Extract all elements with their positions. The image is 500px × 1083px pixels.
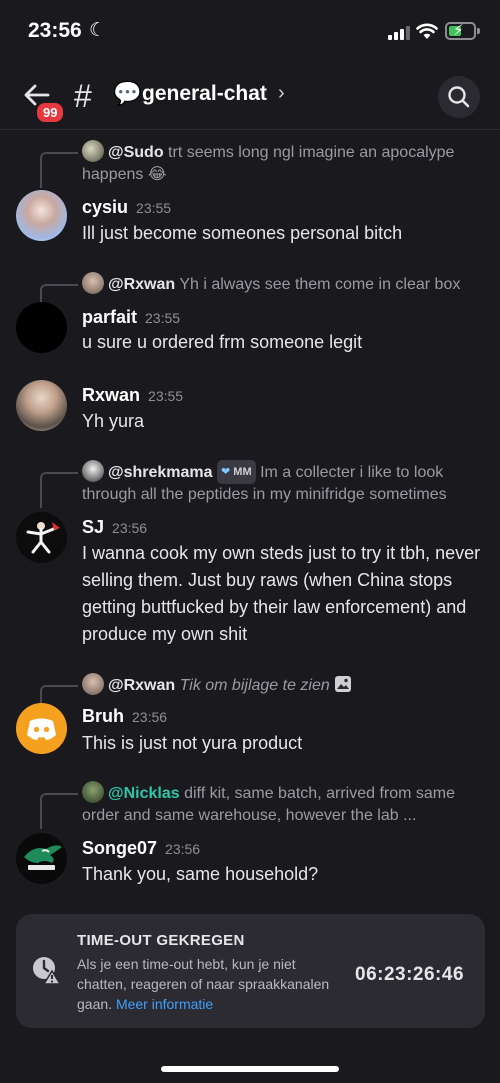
avatar-figure <box>26 522 60 554</box>
reply-avatar <box>82 140 104 162</box>
message-sj[interactable]: @shrekmama ❤ MM Im a collecter i like to… <box>0 460 500 650</box>
message-text: I wanna cook my own steds just to try it… <box>82 543 481 644</box>
message-author[interactable]: SJ 23:56 <box>82 517 147 538</box>
chevron-right-icon[interactable]: › <box>278 82 285 105</box>
clock-warning-icon <box>33 957 61 985</box>
reply-preview[interactable]: @Rxwan Tik om bijlage te zien <box>82 673 484 697</box>
message-parfait[interactable]: @Rxwan Yh i always see them come in clea… <box>0 272 500 362</box>
reply-avatar <box>82 272 104 294</box>
message-author[interactable]: Bruh 23:56 <box>82 706 167 727</box>
reply-preview[interactable]: @Nicklas diff kit, same batch, arrived f… <box>82 781 484 827</box>
reply-avatar <box>82 460 104 482</box>
message-songe07[interactable]: @Nicklas diff kit, same batch, arrived f… <box>0 781 500 891</box>
channel-hash-icon: # <box>74 78 92 114</box>
cellular-signal-icon <box>388 25 410 40</box>
image-attachment-icon <box>335 676 352 692</box>
message-text: Thank you, same household? <box>82 864 319 884</box>
unread-badge: 99 <box>35 101 66 124</box>
avatar[interactable] <box>16 380 67 431</box>
timeout-description: Als je een time-out hebt, kun je niet ch… <box>77 956 330 1012</box>
channel-emoji: 💬 <box>113 80 142 106</box>
message-time: 23:55 <box>136 200 172 216</box>
message-author[interactable]: Rxwan 23:55 <box>82 385 183 406</box>
message-rxwan[interactable]: Rxwan 23:55 Yh yura <box>0 380 500 440</box>
status-bar: 23:56 ☾ ⚡ <box>0 0 500 60</box>
avatar[interactable] <box>16 703 67 754</box>
reply-avatar <box>82 781 104 803</box>
battery-icon: ⚡ <box>445 22 476 40</box>
channel-header: 99 # 💬 general-chat › <box>0 62 500 130</box>
message-text: This is just not yura product <box>82 733 303 753</box>
avatar[interactable] <box>16 302 67 353</box>
message-bruh[interactable]: @Rxwan Tik om bijlage te zien Bruh 23:56 … <box>0 673 500 763</box>
timeout-countdown: 06:23:26:46 <box>355 964 465 985</box>
tag-badge: ❤ MM <box>217 460 256 484</box>
message-time: 23:55 <box>145 310 181 326</box>
avatar[interactable] <box>16 833 67 884</box>
reply-author: @Rxwan <box>108 276 176 293</box>
wifi-icon <box>416 23 438 39</box>
reply-avatar <box>82 673 104 695</box>
battery-cap <box>477 28 480 34</box>
reply-preview[interactable]: @shrekmama ❤ MM Im a collecter i like to… <box>82 460 484 506</box>
reply-author: @Nicklas <box>108 785 180 802</box>
reply-connector <box>40 472 78 508</box>
message-time: 23:56 <box>132 709 168 725</box>
discord-logo-icon <box>27 718 56 740</box>
eagles-logo <box>24 845 62 870</box>
message-text: Yh yura <box>82 411 145 431</box>
reply-connector <box>40 793 78 829</box>
message-author[interactable]: parfait 23:55 <box>82 307 180 328</box>
message-time: 23:56 <box>165 841 201 857</box>
reply-author: @Sudo <box>108 144 164 161</box>
home-indicator[interactable] <box>161 1066 339 1072</box>
reply-preview[interactable]: @Sudo trt seems long ngl imagine an apoc… <box>82 140 484 186</box>
channel-name[interactable]: general-chat <box>142 82 267 106</box>
message-time: 23:56 <box>112 520 148 536</box>
reply-author: @shrekmama <box>108 464 213 481</box>
reply-connector <box>40 152 78 188</box>
message-text: u sure u ordered frm someone legit <box>82 332 363 352</box>
message-author[interactable]: Songe07 23:56 <box>82 838 200 859</box>
message-time: 23:55 <box>148 388 184 404</box>
reply-text: Yh i always see them come in clear box <box>179 276 461 293</box>
reply-preview[interactable]: @Rxwan Yh i always see them come in clea… <box>82 272 484 296</box>
more-info-link[interactable]: Meer informatie <box>116 996 213 1012</box>
avatar[interactable] <box>16 512 67 563</box>
message-text: Ill just become someones personal bitch <box>82 223 403 243</box>
moon-icon: ☾ <box>89 20 107 41</box>
reply-author: @Rxwan <box>108 677 176 694</box>
message-author[interactable]: cysiu 23:55 <box>82 197 171 218</box>
status-time: 23:56 <box>28 19 82 42</box>
reply-text: Tik om bijlage te zien <box>179 677 330 694</box>
search-button[interactable] <box>438 76 480 118</box>
timeout-title: TIME-OUT GEKREGEN <box>77 932 245 949</box>
search-icon <box>448 86 470 108</box>
message-cysiu[interactable]: @Sudo trt seems long ngl imagine an apoc… <box>0 140 500 255</box>
avatar[interactable] <box>16 190 67 241</box>
